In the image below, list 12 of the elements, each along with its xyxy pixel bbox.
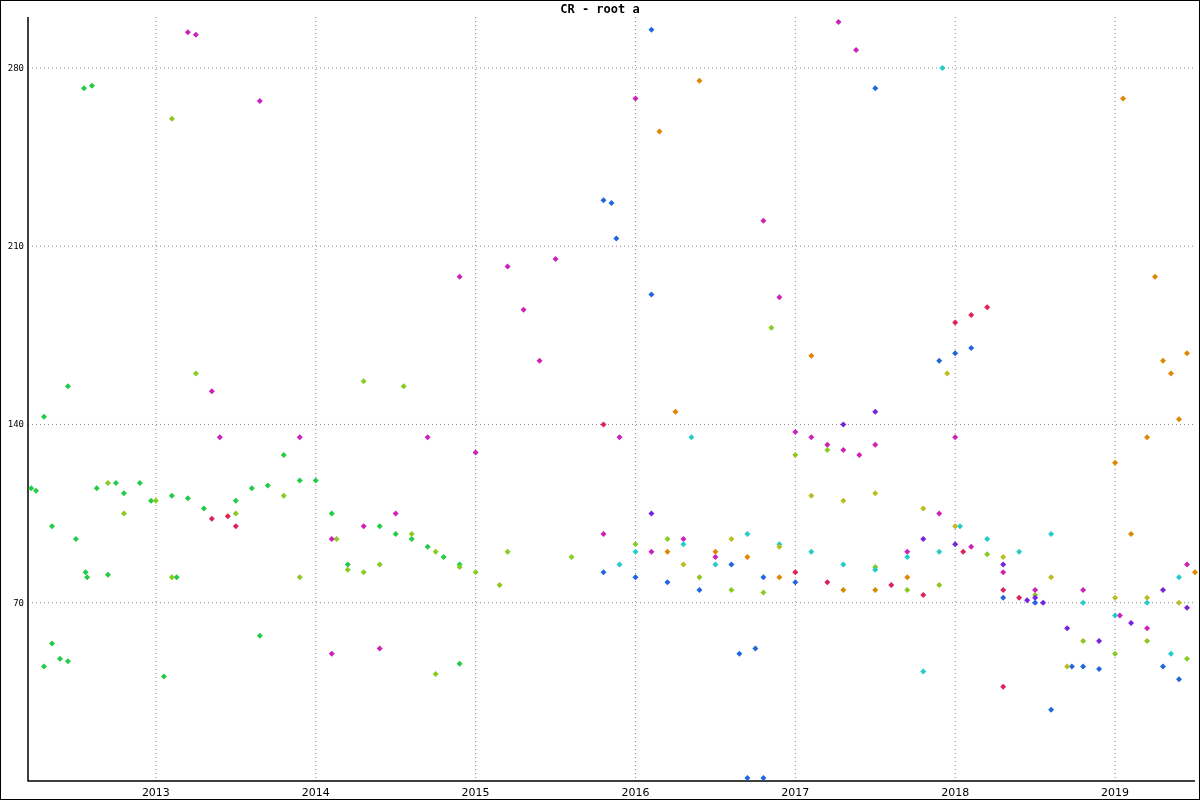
y-axis-tick-label: 140	[7, 419, 24, 430]
chart-title: CR - root a	[560, 2, 640, 16]
x-axis-tick-label: 2013	[141, 786, 170, 799]
x-axis-tick-label: 2014	[301, 786, 330, 799]
y-axis-tick-label: 210	[7, 241, 24, 252]
y-axis-tick-label: 70	[13, 597, 24, 608]
x-axis-tick-label: 2017	[781, 786, 810, 799]
y-axis-tick-label: 280	[7, 62, 24, 73]
x-axis-tick-label: 2019	[1101, 786, 1130, 799]
x-axis-tick-label: 2016	[621, 786, 650, 799]
x-axis-tick-label: 2018	[941, 786, 970, 799]
x-axis-tick-label: 2015	[461, 786, 490, 799]
